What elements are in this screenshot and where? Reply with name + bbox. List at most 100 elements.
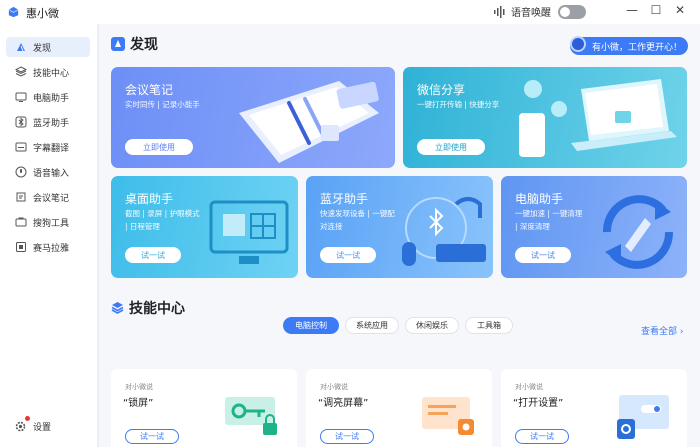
sidebar-item-bluetooth-assistant[interactable]: 蓝牙助手 <box>6 112 90 132</box>
try-button[interactable]: 试一试 <box>125 247 181 263</box>
sidebar-item-label: 赛马拉雅 <box>33 243 70 254</box>
monitor-illustration <box>209 200 289 264</box>
settings-button[interactable]: 设置 <box>14 416 52 433</box>
try-button[interactable]: 试一试 <box>515 247 571 263</box>
card-title: 微信分享 <box>417 83 466 97</box>
sidebar-item-label: 技能中心 <box>33 68 70 79</box>
laptop-share-illustration <box>519 79 677 157</box>
close-button[interactable]: ✕ <box>670 3 690 17</box>
meeting-notes-card[interactable]: 会议笔记 实时同传 | 记录小能手 立即使用 <box>111 67 395 168</box>
minimize-button[interactable]: — <box>622 3 642 17</box>
sidebar: 发现 技能中心 电脑助手 蓝牙助手 字幕翻译 语音输入 会议笔记 搜狗工具 赛马… <box>0 24 98 447</box>
computer-icon <box>15 91 27 103</box>
bluetooth-devices-illustration <box>402 197 486 266</box>
skills-heading: 技能中心 <box>111 298 185 318</box>
rocket-refresh-illustration <box>602 195 674 269</box>
tab-computer-control[interactable]: 电脑控制 <box>283 317 339 334</box>
card-subtitle: 截图 | 录屏 | 护眼模式 | 日程管理 <box>125 207 200 233</box>
sidebar-item-label: 搜狗工具 <box>33 218 70 229</box>
try-button[interactable]: 试一试 <box>320 429 374 444</box>
voice-wake-toggle[interactable] <box>558 4 586 19</box>
card-title: 会议笔记 <box>125 83 174 97</box>
sidebar-item-sogou-tools[interactable]: 搜狗工具 <box>6 212 90 232</box>
skill-card-brighten-screen[interactable]: 对小微说 “调亮屏幕” 试一试 <box>306 369 492 447</box>
sidebar-item-saimalaya[interactable]: 赛马拉雅 <box>6 237 90 257</box>
main-content: 发现 有小微，工作更开心！ 会议笔记 实时同传 | 记录小能手 立即使用 微信分… <box>99 24 700 447</box>
subtitle-line: | 日程管理 <box>125 222 160 231</box>
card-subtitle: 一键打开传输 | 快捷分享 <box>417 100 500 109</box>
subtitle-icon <box>15 141 27 153</box>
sidebar-item-label: 会议笔记 <box>33 193 70 204</box>
card-title: 蓝牙助手 <box>320 192 369 206</box>
title-bar: 惠小微 语音唤醒 — ☐ ✕ <box>0 0 700 24</box>
sidebar-item-skill-center[interactable]: 技能中心 <box>6 62 90 82</box>
app-name: 惠小微 <box>26 7 59 20</box>
voice-wake-control: 语音唤醒 <box>493 4 586 19</box>
card-subtitle: 实时同传 | 记录小能手 <box>125 100 200 109</box>
skills-tabs: 电脑控制 系统应用 休闲娱乐 工具箱 <box>283 317 513 334</box>
discover-icon <box>15 41 27 53</box>
sidebar-item-label: 蓝牙助手 <box>33 118 70 129</box>
sidebar-item-label: 语音输入 <box>33 168 70 179</box>
card-subtitle: 一键加速 | 一键清理 | 深度清理 <box>515 207 582 233</box>
try-button[interactable]: 试一试 <box>320 247 376 263</box>
cube-stack-icon <box>111 302 124 314</box>
page-title: 发现 <box>130 37 158 53</box>
use-now-button[interactable]: 立即使用 <box>417 139 485 155</box>
app-logo-icon <box>8 6 19 18</box>
sidebar-item-voice-input[interactable]: 语音输入 <box>6 162 90 182</box>
use-now-button[interactable]: 立即使用 <box>125 139 193 155</box>
voice-wave-icon <box>494 5 505 18</box>
voice-wake-label: 语音唤醒 <box>511 8 551 19</box>
microphone-icon <box>15 166 27 178</box>
settings-label: 设置 <box>33 423 52 433</box>
tab-system-apps[interactable]: 系统应用 <box>345 317 399 334</box>
notebook-illustration <box>239 81 379 163</box>
note-icon <box>15 191 27 203</box>
sidebar-item-subtitle-translate[interactable]: 字幕翻译 <box>6 137 90 157</box>
skill-command: “调亮屏幕” <box>318 398 369 409</box>
skill-command: “打开设置” <box>513 398 564 409</box>
skill-command: “锁屏” <box>123 398 154 409</box>
sidebar-item-discover[interactable]: 发现 <box>6 37 90 57</box>
skill-card-lock-screen[interactable]: 对小微说 “锁屏” 试一试 <box>111 369 297 447</box>
card-subtitle: 快速发现设备 | 一键配 对连接 <box>320 207 395 233</box>
card-title: 桌面助手 <box>125 192 174 206</box>
view-all-link[interactable]: 查看全部 › <box>641 324 683 337</box>
try-button[interactable]: 试一试 <box>515 429 569 444</box>
card-title: 电脑助手 <box>515 192 564 206</box>
gear-icon <box>14 416 30 433</box>
desktop-assistant-card[interactable]: 桌面助手 截图 | 录屏 | 护眼模式 | 日程管理 试一试 <box>111 176 298 278</box>
sidebar-item-label: 字幕翻译 <box>33 143 70 154</box>
sidebar-item-meeting-notes[interactable]: 会议笔记 <box>6 187 90 207</box>
skill-card-open-settings[interactable]: 对小微说 “打开设置” 试一试 <box>501 369 687 447</box>
discover-heading: 发现 <box>111 34 158 54</box>
greeting-banner[interactable]: 有小微，工作更开心！ <box>570 35 689 57</box>
app-icon <box>15 241 27 253</box>
sidebar-item-label: 电脑助手 <box>33 93 70 104</box>
wechat-share-card[interactable]: 微信分享 一键打开传输 | 快捷分享 立即使用 <box>403 67 687 168</box>
greeting-text: 有小微，工作更开心！ <box>570 37 689 55</box>
skill-hint: 对小微说 <box>125 383 153 391</box>
notification-dot <box>25 416 30 421</box>
discover-icon <box>111 37 125 51</box>
lock-key-icon <box>225 397 277 435</box>
section-title: 技能中心 <box>129 301 185 317</box>
assistant-avatar <box>570 36 586 52</box>
skill-hint: 对小微说 <box>515 383 543 391</box>
bluetooth-assistant-card[interactable]: 蓝牙助手 快速发现设备 | 一键配 对连接 试一试 <box>306 176 493 278</box>
sidebar-item-computer-assistant[interactable]: 电脑助手 <box>6 87 90 107</box>
tab-toolbox[interactable]: 工具箱 <box>465 317 513 334</box>
tool-icon <box>15 216 27 228</box>
subtitle-line: 对连接 <box>320 222 343 231</box>
try-button[interactable]: 试一试 <box>125 429 179 444</box>
subtitle-line: 一键加速 | 一键清理 <box>515 209 583 218</box>
skill-hint: 对小微说 <box>320 383 348 391</box>
brightness-icon <box>422 397 474 435</box>
sidebar-item-label: 发现 <box>33 43 52 54</box>
computer-assistant-card[interactable]: 电脑助手 一键加速 | 一键清理 | 深度清理 试一试 <box>501 176 687 278</box>
subtitle-line: 截图 | 录屏 | 护眼模式 <box>125 209 200 218</box>
tab-leisure[interactable]: 休闲娱乐 <box>405 317 459 334</box>
maximize-button[interactable]: ☐ <box>646 3 666 17</box>
subtitle-line: | 深度清理 <box>515 222 550 231</box>
